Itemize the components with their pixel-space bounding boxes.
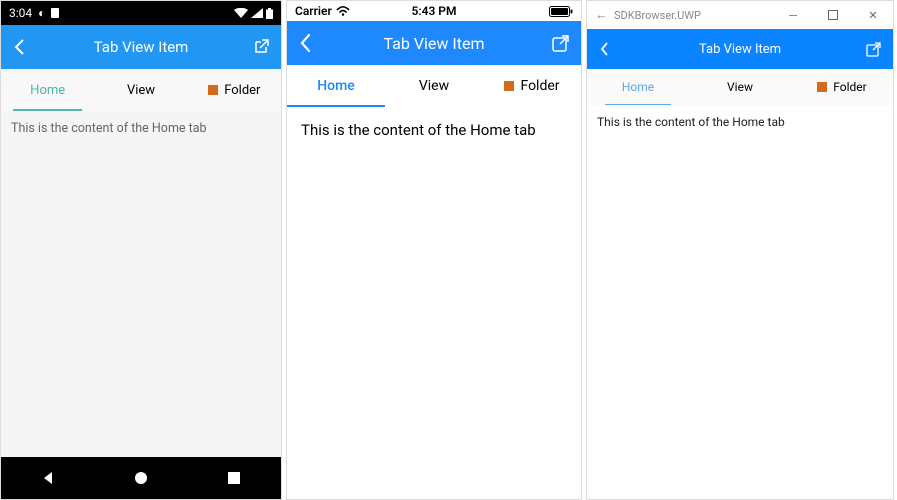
window-title: SDKBrowser.UWP <box>614 9 701 22</box>
tab-label: Home <box>317 78 355 94</box>
uwp-title-bar: ← SDKBrowser.UWP ─ ✕ <box>587 1 893 29</box>
app-header: Tab View Item <box>587 29 893 69</box>
tab-home[interactable]: Home <box>1 69 94 111</box>
tab-content: This is the content of the Home tab <box>587 105 893 499</box>
battery-icon <box>266 8 273 19</box>
content-text: This is the content of the Home tab <box>11 121 207 136</box>
folder-icon <box>504 81 514 91</box>
content-text: This is the content of the Home tab <box>597 115 785 129</box>
tab-label: View <box>127 83 155 98</box>
maximize-button[interactable] <box>813 1 853 29</box>
back-icon[interactable] <box>599 41 609 57</box>
minimize-button[interactable]: ─ <box>773 1 813 29</box>
tab-folder[interactable]: Folder <box>188 69 281 111</box>
carrier-text: Carrier <box>295 4 332 18</box>
nav-home-icon[interactable] <box>131 468 151 488</box>
tab-label: Home <box>30 83 65 98</box>
external-link-icon[interactable] <box>253 39 269 55</box>
tab-home[interactable]: Home <box>287 65 385 107</box>
signal-icon <box>251 8 263 18</box>
ios-status-bar: Carrier 5:43 PM <box>287 1 581 21</box>
wifi-icon <box>336 6 350 16</box>
tab-view[interactable]: View <box>689 69 791 105</box>
nav-recent-icon[interactable] <box>224 468 244 488</box>
wifi-icon <box>234 8 248 18</box>
content-text: This is the content of the Home tab <box>301 121 536 139</box>
tab-bar: Home View Folder <box>587 69 893 105</box>
tab-folder[interactable]: Folder <box>791 69 893 105</box>
circle-icon: ◐ <box>38 6 45 20</box>
tab-content: This is the content of the Home tab <box>287 107 581 499</box>
sim-icon <box>51 8 59 18</box>
tab-home[interactable]: Home <box>587 69 689 105</box>
folder-icon <box>208 85 218 95</box>
back-icon[interactable] <box>13 38 25 56</box>
tab-label: Folder <box>224 83 260 98</box>
close-button[interactable]: ✕ <box>853 1 893 29</box>
back-arrow-icon[interactable]: ← <box>595 7 608 23</box>
tab-folder[interactable]: Folder <box>483 65 581 107</box>
android-nav-bar <box>1 457 281 499</box>
external-link-icon[interactable] <box>866 42 881 57</box>
tab-bar: Home View Folder <box>287 65 581 107</box>
android-status-bar: 3:04 ◐ <box>1 1 281 25</box>
clock-text: 3:04 <box>9 6 32 20</box>
battery-icon <box>549 6 573 17</box>
tab-view[interactable]: View <box>385 65 483 107</box>
tab-label: Home <box>622 80 654 94</box>
external-link-icon[interactable] <box>552 35 569 52</box>
folder-icon <box>817 82 827 92</box>
nav-back-icon[interactable] <box>38 468 58 488</box>
tab-content: This is the content of the Home tab <box>1 111 281 457</box>
page-title: Tab View Item <box>94 38 189 56</box>
back-icon[interactable] <box>299 33 311 53</box>
page-title: Tab View Item <box>384 34 485 53</box>
tab-label: Folder <box>520 78 559 94</box>
app-header: Tab View Item <box>1 25 281 69</box>
tab-bar: Home View Folder <box>1 69 281 111</box>
page-title: Tab View Item <box>699 42 781 57</box>
tab-label: Folder <box>833 80 866 94</box>
tab-label: View <box>419 78 449 94</box>
app-header: Tab View Item <box>287 21 581 65</box>
tab-view[interactable]: View <box>94 69 187 111</box>
clock-text: 5:43 PM <box>411 4 456 18</box>
tab-label: View <box>727 80 753 94</box>
